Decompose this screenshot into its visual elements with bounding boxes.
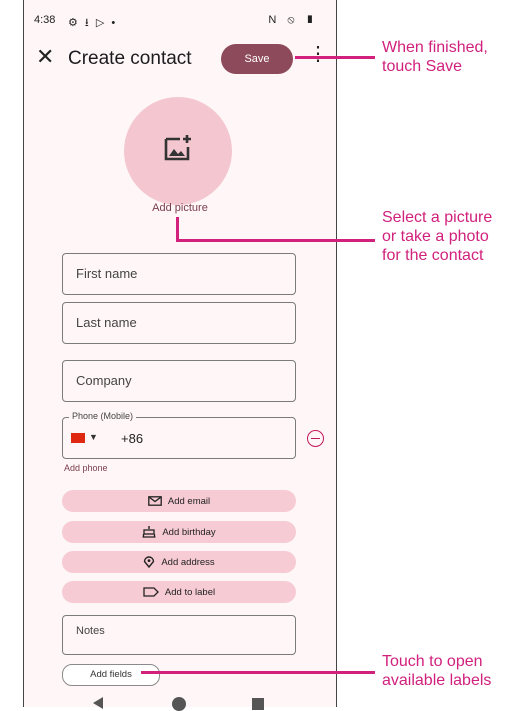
- add-photo-icon: [164, 135, 191, 161]
- app-bar: ✕ Create contact Save ⋮: [24, 40, 336, 80]
- phone-field-label: Phone (Mobile): [69, 411, 137, 421]
- last-name-placeholder: Last name: [76, 315, 137, 330]
- callout-save: When finished, touch Save: [382, 38, 488, 76]
- more-vert-icon[interactable]: ⋮: [308, 44, 328, 64]
- add-address-label: Add address: [161, 556, 215, 568]
- callout-fields-line1: Touch to open: [382, 653, 483, 670]
- chevron-down-icon[interactable]: ▼: [89, 432, 98, 442]
- callout-line-save: [295, 56, 375, 59]
- add-to-label-button[interactable]: Add to label: [62, 581, 296, 603]
- nav-recents-icon[interactable]: [252, 698, 264, 710]
- last-name-field[interactable]: Last name: [62, 302, 296, 344]
- add-birthday-label: Add birthday: [162, 526, 216, 538]
- company-field[interactable]: Company: [62, 360, 296, 402]
- notes-field[interactable]: Notes: [62, 615, 296, 655]
- add-fields-button[interactable]: Add fields: [62, 664, 160, 686]
- phone-field[interactable]: Phone (Mobile) ▼ +86: [62, 411, 296, 459]
- first-name-field[interactable]: First name: [62, 253, 296, 295]
- status-bar: 4:38 ⚙ ⭳ ▷ • N ⦸ ▮: [24, 14, 336, 32]
- callout-picture-line2: or take a photo: [382, 228, 489, 245]
- avatar-add-picture[interactable]: [124, 97, 232, 205]
- phone-screen: 4:38 ⚙ ⭳ ▷ • N ⦸ ▮ ✕ Create contact Save…: [23, 0, 337, 711]
- save-button[interactable]: Save: [221, 44, 293, 74]
- add-birthday-button[interactable]: Add birthday: [62, 521, 296, 543]
- first-name-placeholder: First name: [76, 266, 138, 281]
- callout-picture: Select a picture or take a photo for the…: [382, 208, 492, 265]
- page-title: Create contact: [68, 48, 192, 69]
- add-email-label: Add email: [167, 495, 211, 507]
- add-phone-link[interactable]: Add phone: [64, 463, 108, 473]
- callout-picture-line1: Select a picture: [382, 209, 493, 226]
- china-flag-icon[interactable]: [71, 433, 85, 443]
- close-icon[interactable]: ✕: [36, 46, 54, 68]
- callout-line-picture-horizontal: [176, 239, 375, 242]
- status-time: 4:38: [34, 14, 56, 26]
- nav-back-icon[interactable]: [93, 697, 103, 709]
- label-icon: [143, 587, 159, 597]
- callout-line-fields: [141, 671, 375, 674]
- remove-phone-icon[interactable]: [307, 430, 324, 447]
- add-to-label-label: Add to label: [164, 586, 216, 598]
- status-right-icons: N ⦸ ▮: [268, 14, 318, 26]
- notes-placeholder: Notes: [76, 625, 105, 637]
- email-icon: [148, 496, 162, 506]
- callout-save-line2: touch Save: [382, 58, 463, 75]
- location-icon: [144, 556, 155, 568]
- nav-home-icon[interactable]: [172, 697, 186, 711]
- callout-picture-line3: for the contact: [382, 247, 484, 264]
- callout-fields: Touch to open available labels: [382, 652, 491, 690]
- add-address-button[interactable]: Add address: [62, 551, 296, 573]
- nav-bar: [24, 695, 336, 711]
- company-placeholder: Company: [76, 373, 132, 388]
- add-email-button[interactable]: Add email: [62, 490, 296, 512]
- phone-value[interactable]: +86: [121, 431, 143, 446]
- callout-save-line1: When finished,: [382, 39, 488, 56]
- add-picture-label[interactable]: Add picture: [24, 202, 336, 214]
- callout-fields-line2: available labels: [382, 672, 492, 689]
- status-left-icons: ⚙ ⭳ ▷ •: [68, 17, 118, 29]
- cake-icon: [142, 526, 156, 538]
